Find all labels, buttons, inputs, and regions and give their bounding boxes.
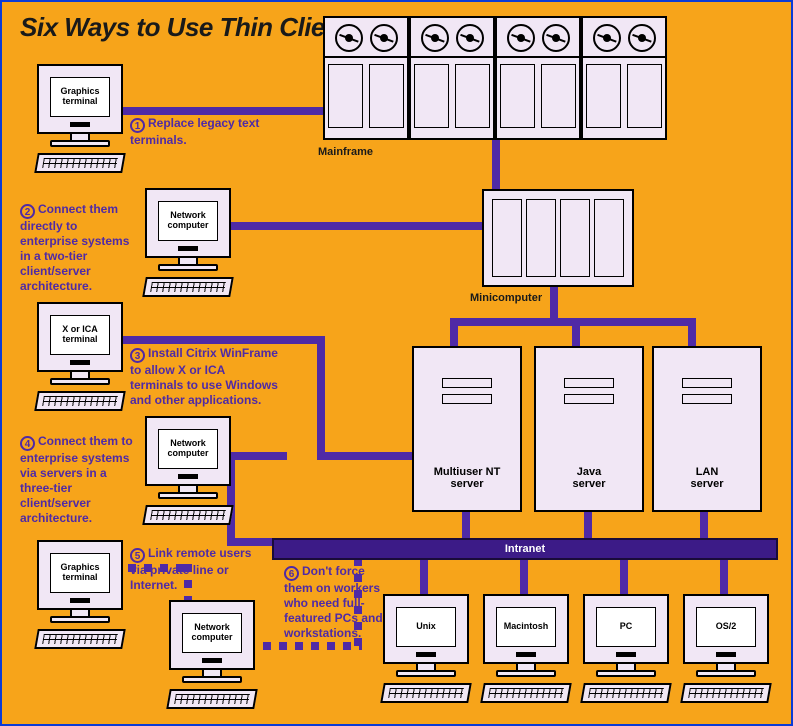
note-1: 1Replace legacy text terminals. <box>130 116 260 148</box>
workstation-os2-label: OS/2 <box>696 607 756 647</box>
link <box>572 318 580 348</box>
link <box>720 558 728 598</box>
link <box>317 336 325 460</box>
badge-6: 6 <box>284 566 299 581</box>
terminal-5: Graphics terminal <box>30 540 130 649</box>
link <box>450 318 458 348</box>
mainframe-unit <box>409 16 495 140</box>
terminal-2-screen: Network computer <box>158 201 218 241</box>
workstation-os2: OS/2 <box>676 594 776 703</box>
workstation-mac-label: Macintosh <box>496 607 556 647</box>
link <box>462 512 470 538</box>
link <box>317 452 417 460</box>
link <box>700 512 708 538</box>
terminal-1-screen: Graphics terminal <box>50 77 110 117</box>
link <box>584 512 592 538</box>
tape-reel-icon <box>421 24 449 52</box>
terminal-2: Network computer <box>138 188 238 297</box>
terminal-6: Network computer <box>162 600 262 709</box>
note-6: 6Don't force them on workers who need fu… <box>284 564 390 641</box>
server-java-label: Java server <box>534 466 644 490</box>
note-6-text: Don't force them on workers who need ful… <box>284 564 383 640</box>
intranet-bar: Intranet <box>272 538 778 560</box>
note-4: 4Connect them to enterprise systems via … <box>20 434 136 526</box>
link <box>520 558 528 598</box>
minicomputer <box>482 189 634 287</box>
tape-reel-icon <box>456 24 484 52</box>
terminal-6-screen: Network computer <box>182 613 242 653</box>
minicomputer-label: Minicomputer <box>470 292 542 304</box>
workstation-unix-label: Unix <box>396 607 456 647</box>
badge-5: 5 <box>130 548 145 563</box>
diagram-frame: Six Ways to Use Thin Clients Mainframe M… <box>0 0 793 726</box>
tape-reel-icon <box>507 24 535 52</box>
badge-2: 2 <box>20 204 35 219</box>
tape-reel-icon <box>628 24 656 52</box>
link-dashed <box>247 642 362 650</box>
page-title: Six Ways to Use Thin Clients <box>20 12 362 43</box>
badge-1: 1 <box>130 118 145 133</box>
note-4-text: Connect them to enterprise systems via s… <box>20 434 133 525</box>
tape-reel-icon <box>335 24 363 52</box>
server-lan-label: LAN server <box>652 466 762 490</box>
server-nt-label: Multiuser NT server <box>412 466 522 490</box>
note-1-text: Replace legacy text terminals. <box>130 116 259 147</box>
link <box>227 538 275 546</box>
link <box>620 558 628 598</box>
tape-reel-icon <box>370 24 398 52</box>
note-5: 5Link remote users via private line or I… <box>130 546 266 593</box>
workstation-pc: PC <box>576 594 676 703</box>
link <box>688 318 696 348</box>
note-5-text: Link remote users via private line or In… <box>130 546 251 592</box>
mainframe-label: Mainframe <box>318 146 373 158</box>
tape-reel-icon <box>593 24 621 52</box>
link <box>227 222 487 230</box>
note-2-text: Connect them directly to enterprise syst… <box>20 202 129 293</box>
terminal-1: Graphics terminal <box>30 64 130 173</box>
terminal-3: X or ICA terminal <box>30 302 130 411</box>
workstation-unix: Unix <box>376 594 476 703</box>
mainframe-unit <box>323 16 409 140</box>
link <box>115 336 325 344</box>
tape-reel-icon <box>542 24 570 52</box>
link <box>115 107 323 115</box>
terminal-4-screen: Network computer <box>158 429 218 469</box>
badge-4: 4 <box>20 436 35 451</box>
mainframe-row <box>323 16 667 140</box>
link <box>492 137 500 189</box>
workstation-pc-label: PC <box>596 607 656 647</box>
terminal-5-screen: Graphics terminal <box>50 553 110 593</box>
terminal-3-screen: X or ICA terminal <box>50 315 110 355</box>
note-3: 3Install Citrix WinFrame to allow X or I… <box>130 346 278 408</box>
note-2: 2Connect them directly to enterprise sys… <box>20 202 132 294</box>
badge-3: 3 <box>130 348 145 363</box>
workstation-mac: Macintosh <box>476 594 576 703</box>
mainframe-unit <box>581 16 667 140</box>
note-3-text: Install Citrix WinFrame to allow X or IC… <box>130 346 278 407</box>
terminal-4: Network computer <box>138 416 238 525</box>
mainframe-unit <box>495 16 581 140</box>
link <box>420 558 428 598</box>
